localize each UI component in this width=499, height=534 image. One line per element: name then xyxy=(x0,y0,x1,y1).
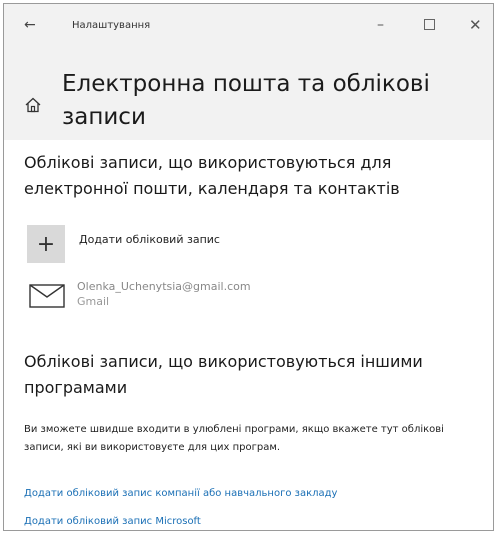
maximize-button[interactable] xyxy=(424,19,435,30)
app-title: Налаштування xyxy=(72,20,151,31)
settings-window: ← Налаштування – ✕ Електронна пошта та о… xyxy=(3,3,494,531)
page-title: Електронна пошта та облікові записи xyxy=(62,71,430,130)
settings-content: Облікові записи, що використовуються для… xyxy=(4,140,493,530)
page-header: Електронна пошта та облікові записи xyxy=(4,48,493,140)
account-email: Olenka_Uchenytsia@gmail.com xyxy=(77,280,251,293)
title-bar: ← Налаштування – ✕ xyxy=(4,4,493,48)
account-provider: Gmail xyxy=(77,295,110,308)
other-apps-description: Ви зможете швидше входити в улюблені про… xyxy=(24,424,444,453)
mail-icon xyxy=(29,284,65,308)
add-work-account-link[interactable]: Додати обліковий запис компанії або навч… xyxy=(24,488,337,499)
home-icon[interactable] xyxy=(24,96,42,114)
email-section-title: Облікові записи, що використовуються для… xyxy=(24,153,400,198)
minimize-button[interactable]: – xyxy=(377,17,384,33)
add-icon[interactable]: + xyxy=(27,225,65,263)
add-account-button[interactable]: + Додати обліковий запис xyxy=(27,225,220,263)
other-apps-section-title: Облікові записи, що використовуються інш… xyxy=(24,352,423,397)
add-account-label[interactable]: Додати обліковий запис xyxy=(79,233,220,246)
account-item[interactable]: Olenka_Uchenytsia@gmail.com Gmail xyxy=(29,279,251,309)
close-button[interactable]: ✕ xyxy=(469,16,482,34)
back-button[interactable]: ← xyxy=(24,17,36,33)
add-microsoft-account-link[interactable]: Додати обліковий запис Microsoft xyxy=(24,516,201,527)
